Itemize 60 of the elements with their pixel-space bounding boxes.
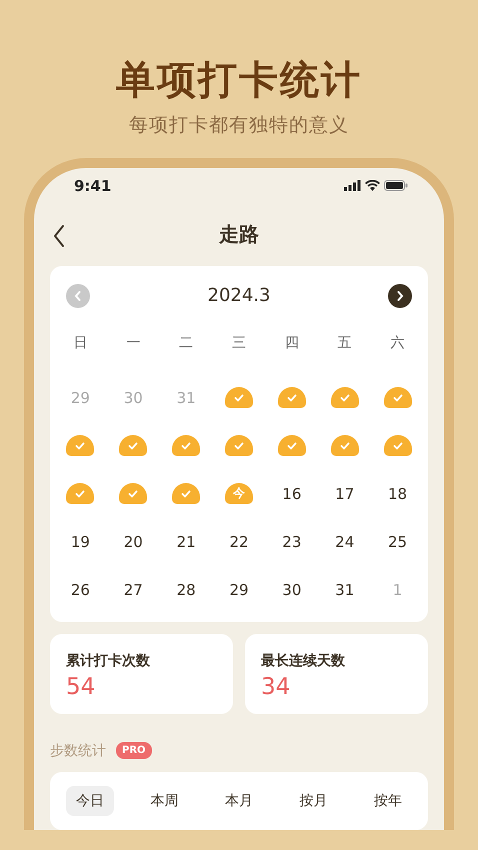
period-tab[interactable]: 本月 <box>215 786 263 816</box>
day-number[interactable]: 22 <box>229 532 249 550</box>
checked-day-badge[interactable] <box>330 387 359 408</box>
weekday-label: 三 <box>232 334 246 352</box>
headline: 单项打卡统计 <box>116 57 362 105</box>
day-number[interactable]: 17 <box>335 484 354 502</box>
day-number[interactable]: 19 <box>70 532 90 550</box>
signal-icon <box>344 180 361 192</box>
period-tab[interactable]: 今日 <box>66 786 114 816</box>
stat-label: 累计打卡次数 <box>66 652 151 670</box>
checked-day-badge[interactable] <box>172 483 200 504</box>
checked-day-badge[interactable] <box>66 435 94 456</box>
weekday-label: 一 <box>126 334 140 352</box>
month-label: 2024.3 <box>208 285 270 306</box>
page-title: 走路 <box>219 221 259 248</box>
day-number[interactable]: 20 <box>124 532 143 550</box>
stat-value: 34 <box>261 674 292 700</box>
period-tab[interactable]: 按月 <box>290 786 338 816</box>
checked-day-badge[interactable] <box>278 387 306 408</box>
checked-day-badge[interactable] <box>224 387 253 408</box>
day-number[interactable]: 26 <box>70 580 90 598</box>
checked-day-badge[interactable] <box>384 387 412 408</box>
checked-day-badge[interactable] <box>384 435 412 456</box>
next-month-button[interactable] <box>388 284 412 308</box>
wifi-icon <box>365 180 380 192</box>
day-number[interactable]: 27 <box>124 580 143 598</box>
subtitle: 每项打卡都有独特的意义 <box>129 113 349 138</box>
chevron-right-icon <box>394 290 405 302</box>
day-number[interactable]: 24 <box>335 532 354 550</box>
checked-day-badge[interactable] <box>119 483 148 504</box>
checked-day-badge[interactable] <box>172 435 200 456</box>
period-tab[interactable]: 本周 <box>140 786 188 816</box>
day-number[interactable]: 23 <box>282 532 302 550</box>
day-number[interactable]: 21 <box>176 532 196 550</box>
checked-day-badge[interactable] <box>224 435 253 456</box>
checked-day-badge[interactable] <box>119 435 148 456</box>
day-number[interactable]: 16 <box>282 484 302 502</box>
checked-day-badge[interactable] <box>66 483 94 504</box>
back-icon[interactable] <box>52 224 66 248</box>
weekday-label: 二 <box>179 334 194 352</box>
weekday-label: 五 <box>338 334 352 352</box>
battery-icon <box>384 180 408 192</box>
weekday-label: 日 <box>73 334 88 352</box>
section-title: 步数统计 <box>50 742 106 760</box>
checked-day-badge[interactable] <box>278 435 306 456</box>
day-number[interactable]: 18 <box>388 484 408 502</box>
status-time: 9:41 <box>74 176 112 195</box>
day-number[interactable]: 28 <box>176 580 196 598</box>
day-number[interactable]: 29 <box>229 580 249 598</box>
chevron-left-icon <box>73 290 83 302</box>
weekday-label: 四 <box>284 334 299 352</box>
pro-badge: PRO <box>116 742 152 760</box>
weekday-label: 六 <box>390 334 405 352</box>
period-tab[interactable]: 按年 <box>364 786 412 816</box>
day-number[interactable]: 31 <box>335 580 354 598</box>
checked-day-badge[interactable] <box>330 435 359 456</box>
stat-value: 54 <box>66 674 96 700</box>
stat-label: 最长连续天数 <box>261 652 346 670</box>
day-number[interactable]: 30 <box>282 580 302 598</box>
day-number[interactable]: 25 <box>388 532 408 550</box>
